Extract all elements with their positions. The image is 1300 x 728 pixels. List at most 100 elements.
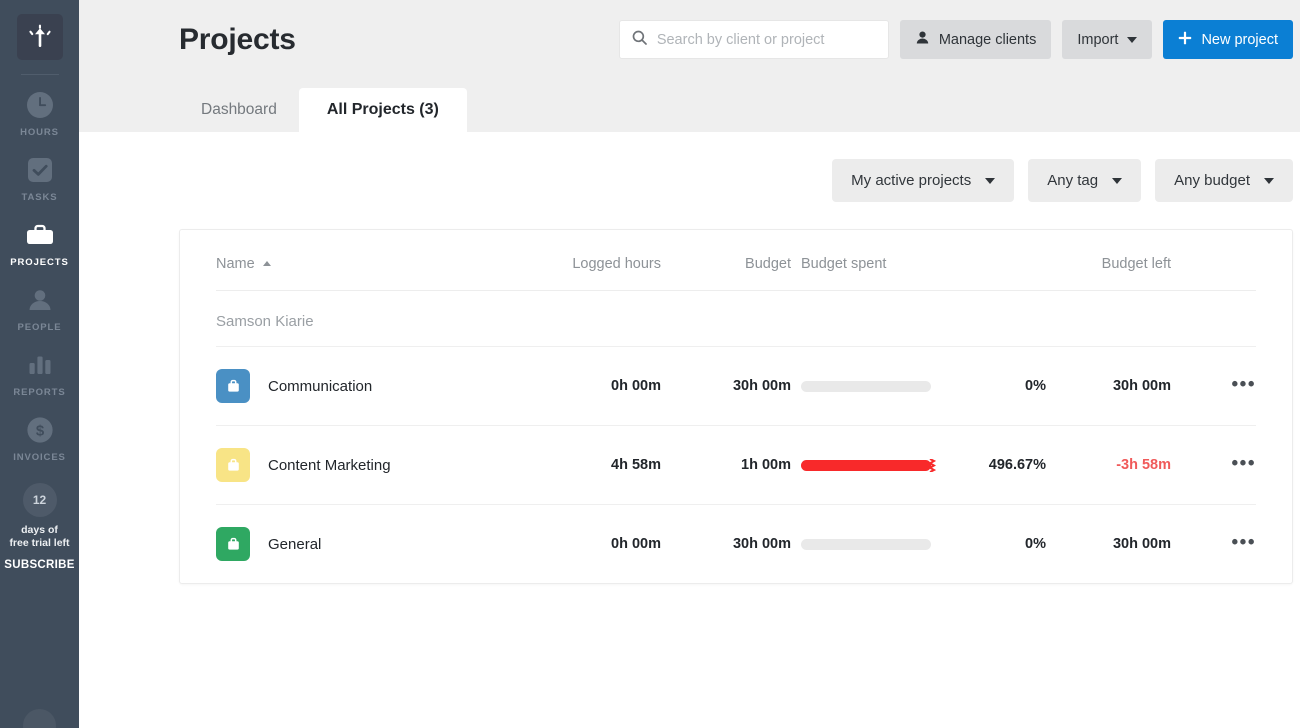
spark-logo[interactable]	[16, 14, 63, 60]
filter-active-projects-label: My active projects	[851, 172, 972, 189]
project-name-cell: Content Marketing	[216, 425, 516, 505]
sidebar-item-reports[interactable]: REPORTS	[0, 339, 79, 404]
content-area: My active projects Any tag Any budget Na…	[79, 132, 1300, 728]
budget-left-value: 30h 00m	[1046, 504, 1171, 583]
column-header-name[interactable]: Name	[216, 230, 516, 291]
sidebar-divider	[20, 74, 59, 75]
column-header-actions	[1171, 230, 1256, 291]
search-input[interactable]	[656, 31, 876, 48]
manage-clients-label: Manage clients	[938, 31, 1037, 48]
table-row[interactable]: General 0h 00m 30h 00m 0% 30h 00m •••	[216, 504, 1256, 583]
check-icon	[25, 153, 55, 187]
budget-value: 1h 00m	[661, 425, 791, 505]
filter-budget-label: Any budget	[1174, 172, 1250, 189]
search-icon	[632, 30, 647, 50]
column-header-budget-spent[interactable]: Budget spent	[791, 230, 941, 291]
clock-icon	[25, 88, 55, 122]
trial-text: days of free trial left	[9, 524, 69, 550]
row-actions-cell: •••	[1171, 504, 1256, 583]
project-name-cell: General	[216, 504, 516, 583]
client-group-label: Samson Kiarie	[216, 313, 314, 330]
bars-icon	[25, 348, 55, 382]
new-project-label: New project	[1201, 31, 1278, 48]
sidebar-item-people[interactable]: PEOPLE	[0, 274, 79, 339]
filter-active-projects[interactable]: My active projects	[832, 159, 1015, 202]
row-actions-cell: •••	[1171, 425, 1256, 505]
sidebar-item-invoices[interactable]: $ INVOICES	[0, 404, 79, 469]
search-box[interactable]	[618, 20, 889, 59]
budget-value: 30h 00m	[661, 346, 791, 426]
column-header-logged-hours[interactable]: Logged hours	[516, 230, 661, 291]
budget-spent-bar-cell	[791, 425, 941, 505]
import-button[interactable]: Import	[1062, 20, 1153, 59]
project-name[interactable]: Communication	[268, 378, 372, 395]
page-title: Projects	[179, 22, 296, 56]
budget-left-value: -3h 58m	[1046, 425, 1171, 505]
plus-icon	[1178, 31, 1192, 49]
person-icon	[25, 283, 55, 317]
sidebar-item-label: INVOICES	[13, 452, 66, 463]
tab-bar: Dashboard All Projects (3)	[79, 79, 1300, 132]
briefcase-icon	[216, 369, 250, 403]
briefcase-icon	[216, 527, 250, 561]
sidebar-item-label: PEOPLE	[17, 322, 62, 333]
logged-hours-value: 4h 58m	[516, 425, 661, 505]
budget-spent-percent: 0%	[941, 346, 1046, 426]
sidebar-item-hours[interactable]: HOURS	[0, 79, 79, 144]
column-header-budget-left[interactable]: Budget left	[1046, 230, 1171, 291]
budget-left-value: 30h 00m	[1046, 346, 1171, 426]
trial-days-badge: 12	[22, 483, 57, 517]
person-icon	[915, 30, 930, 49]
progress-bar	[801, 538, 931, 550]
table-row[interactable]: Communication 0h 00m 30h 00m 0% 30h 00m …	[216, 346, 1256, 426]
briefcase-icon	[24, 218, 56, 252]
logged-hours-value: 0h 00m	[516, 346, 661, 426]
table-body: Samson Kiarie Communication 0h 00m 30h 0…	[216, 291, 1256, 583]
new-project-button[interactable]: New project	[1163, 20, 1293, 59]
logged-hours-value: 0h 00m	[516, 504, 661, 583]
filter-budget[interactable]: Any budget	[1155, 159, 1293, 202]
dollar-icon: $	[25, 413, 55, 447]
project-name[interactable]: Content Marketing	[268, 457, 391, 474]
filter-tag[interactable]: Any tag	[1028, 159, 1142, 202]
subscribe-button[interactable]: SUBSCRIBE	[4, 559, 74, 571]
sort-asc-icon	[262, 261, 271, 266]
topbar: Projects Search by client or project Man…	[79, 0, 1300, 79]
sidebar-item-label: TASKS	[21, 192, 58, 203]
overflow-marker-icon	[927, 457, 937, 473]
svg-text:$: $	[35, 423, 44, 440]
tab-dashboard[interactable]: Dashboard	[179, 88, 299, 132]
projects-table: Name Logged hours Budget Budget spent Bu…	[216, 230, 1256, 583]
project-name[interactable]: General	[268, 536, 321, 553]
sidebar: HOURS TASKS PROJECTS PEOPLE REPORTS $ IN…	[0, 0, 79, 728]
column-header-budget[interactable]: Budget	[661, 230, 791, 291]
row-menu-button[interactable]: •••	[1232, 375, 1256, 394]
budget-spent-percent: 0%	[941, 504, 1046, 583]
chevron-down-icon	[1112, 177, 1123, 184]
app-root: HOURS TASKS PROJECTS PEOPLE REPORTS $ IN…	[0, 0, 1300, 728]
progress-bar-fill	[801, 459, 931, 471]
projects-card: Name Logged hours Budget Budget spent Bu…	[179, 229, 1293, 584]
table-header-row: Name Logged hours Budget Budget spent Bu…	[216, 230, 1256, 291]
manage-clients-button[interactable]: Manage clients	[899, 20, 1052, 59]
client-group-row: Samson Kiarie	[216, 291, 1256, 347]
sidebar-item-projects[interactable]: PROJECTS	[0, 209, 79, 274]
sidebar-item-tasks[interactable]: TASKS	[0, 144, 79, 209]
row-menu-button[interactable]: •••	[1232, 533, 1256, 552]
column-header-spacer	[941, 230, 1046, 291]
filter-bar: My active projects Any tag Any budget	[179, 132, 1293, 202]
sidebar-item-label: PROJECTS	[10, 257, 69, 268]
sidebar-item-label: HOURS	[20, 127, 59, 138]
table-row[interactable]: Content Marketing 4h 58m 1h 00m 496.67% …	[216, 425, 1256, 505]
tab-all-projects[interactable]: All Projects (3)	[298, 88, 467, 132]
progress-bar	[801, 380, 931, 392]
chevron-down-icon	[1264, 177, 1274, 184]
chevron-down-icon	[985, 177, 996, 184]
trial-text-line1: days of	[21, 524, 58, 536]
project-name-cell: Communication	[216, 346, 516, 426]
free-trial-block: 12 days of free trial left SUBSCRIBE	[4, 483, 74, 571]
trial-text-line2: free trial left	[9, 537, 70, 549]
budget-spent-bar-cell	[791, 504, 941, 583]
row-menu-button[interactable]: •••	[1232, 454, 1256, 473]
avatar[interactable]	[23, 709, 56, 728]
